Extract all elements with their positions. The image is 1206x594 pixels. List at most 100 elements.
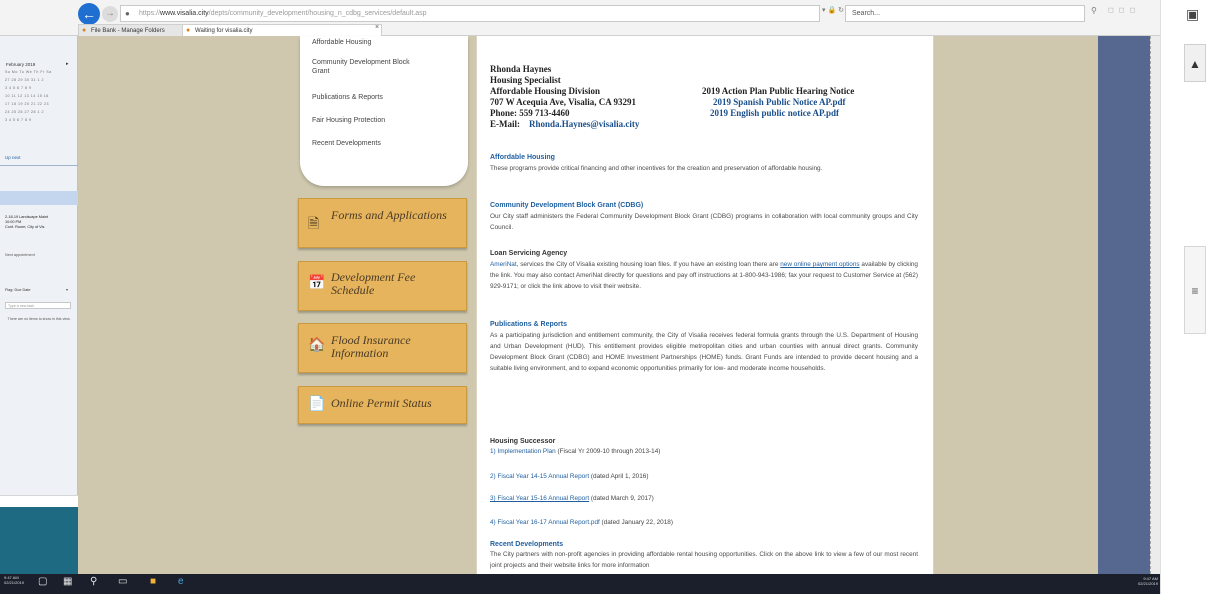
recent-developments-text: The City partners with non-profit agenci… <box>490 551 918 569</box>
recent-developments-heading[interactable]: Recent Developments <box>490 541 563 548</box>
implementation-plan-link[interactable]: 1) Implementation Plan <box>490 448 556 455</box>
calendar-row[interactable]: 3 4 5 6 7 8 9 <box>5 118 31 122</box>
contact-division: Affordable Housing Division <box>490 86 601 96</box>
forward-button[interactable]: → <box>102 6 118 22</box>
page-scrollbar[interactable] <box>1150 36 1160 574</box>
loan-servicing-text: AmeriNat, services the City of Visalia e… <box>490 259 918 292</box>
appointment-time: 10:00 PM <box>5 220 22 224</box>
document-icon: 🗎 <box>308 215 320 231</box>
search-icon[interactable]: ⚲ <box>90 576 97 587</box>
window-controls[interactable]: ◻◻◻ <box>1108 6 1140 14</box>
button-label: Flood Insurance Information <box>331 333 411 360</box>
loan-text-1: , services the City of Visalia existing … <box>516 261 781 268</box>
successor-item-note: (Fiscal Yr 2009-10 through 2013-14) <box>555 448 661 455</box>
successor-item: 4) Fiscal Year 16-17 Annual Report.pdf (… <box>490 519 673 526</box>
flag-due-date-label[interactable]: Flag: Due Date <box>5 288 31 292</box>
lock-icon: ● <box>125 9 130 18</box>
house-icon: 🏠 <box>308 336 326 352</box>
contact-phone: Phone: 559 713-4460 <box>490 108 570 118</box>
successor-item-note: (dated March 9, 2017) <box>589 495 654 502</box>
publications-text: As a participating jurisdiction and enti… <box>490 332 918 372</box>
english-notice-link[interactable]: 2019 English public notice AP.pdf <box>710 108 839 118</box>
section-menu: Affordable Housing Community Development… <box>300 36 468 186</box>
clock-date: 02/21/2019 <box>1137 581 1158 586</box>
outlook-nav-area <box>0 507 78 574</box>
affordable-housing-text: These programs provide critical financin… <box>490 165 823 172</box>
calendar-row[interactable]: 27 28 29 30 31 1 2 <box>5 78 44 82</box>
contact-email-link[interactable]: Rhonda.Haynes@visalia.city <box>529 119 639 129</box>
decoration <box>541 28 549 34</box>
taskbar-clock-right: 9:47 AM 02/21/2019 <box>1128 576 1158 586</box>
windows-start-icon[interactable]: ▦ <box>63 576 72 587</box>
calendar-row[interactable]: 17 18 19 20 21 22 23 <box>5 102 49 106</box>
outlook-nav-button[interactable] <box>0 495 78 507</box>
loan-servicing-heading: Loan Servicing Agency <box>490 250 568 257</box>
chevron-right-icon[interactable]: ▸ <box>66 61 69 67</box>
selected-strip <box>0 191 78 205</box>
button-label: Forms and Applications <box>331 208 447 222</box>
notification-icon[interactable]: ▢ <box>38 576 47 587</box>
contact-email-label: E-Mail: <box>490 119 520 129</box>
search-icon[interactable]: ⚲ <box>1091 6 1097 15</box>
url-path: /depts/community_development/housing_n_c… <box>208 10 427 17</box>
cdbg-heading[interactable]: Community Development Block Grant (CDBG) <box>490 202 643 209</box>
publications-heading[interactable]: Publications & Reports <box>490 321 567 328</box>
notice-title: 2019 Action Plan Public Hearing Notice <box>702 86 855 96</box>
fy14-15-report-link[interactable]: 2) Fiscal Year 14-15 Annual Report <box>490 473 589 480</box>
scroll-up-button[interactable]: ▲ <box>1184 44 1206 82</box>
spanish-notice-link[interactable]: 2019 Spanish Public Notice AP.pdf <box>713 97 845 107</box>
file-icon: 📄 <box>308 395 326 411</box>
housing-successor-heading: Housing Successor <box>490 438 556 445</box>
menu-item-fair-housing[interactable]: Fair Housing Protection <box>312 116 457 125</box>
menu-item-recent-developments[interactable]: Recent Developments <box>312 139 457 148</box>
search-input[interactable]: Search... <box>845 5 1085 22</box>
successor-item: 1) Implementation Plan (Fiscal Yr 2009-1… <box>490 448 660 455</box>
calendar-title: February 2019 <box>6 62 36 67</box>
affordable-housing-heading[interactable]: Affordable Housing <box>490 154 555 161</box>
task-view-icon[interactable]: ▭ <box>118 576 127 587</box>
up-next-label: Up next <box>5 155 21 160</box>
forms-and-applications-button[interactable]: 🗎 Forms and Applications <box>298 198 467 248</box>
divider <box>0 165 78 166</box>
development-fee-schedule-button[interactable]: 📅 Development Fee Schedule <box>298 261 467 311</box>
calendar-icon: 📅 <box>308 274 326 290</box>
chevron-down-icon[interactable]: ▾ <box>66 287 68 292</box>
appointment-title[interactable]: 2-18-19 Landscape Maint <box>5 215 48 219</box>
url-domain: www.visalia.city <box>160 10 209 17</box>
refresh-icon[interactable]: ▾ 🔒 ↻ <box>822 6 844 14</box>
internet-explorer-icon[interactable]: e <box>178 576 184 587</box>
menu-item-affordable-housing[interactable]: Affordable Housing <box>312 38 457 47</box>
back-button[interactable]: ← <box>78 3 100 25</box>
button-label: Development Fee Schedule <box>331 270 416 297</box>
appointment-location: Conf. Room; City of Vis <box>5 225 45 229</box>
button-label: Online Permit Status <box>331 396 432 410</box>
next-appointment[interactable]: Next appointment <box>5 253 35 257</box>
close-icon[interactable]: × <box>375 24 379 31</box>
successor-item-note: (dated April 1, 2016) <box>589 473 649 480</box>
menu-item-publications[interactable]: Publications & Reports <box>312 93 457 102</box>
tab-label: File Bank - Manage Folders <box>91 28 165 34</box>
flood-insurance-button[interactable]: 🏠 Flood Insurance Information <box>298 323 467 373</box>
clock-date: 02/21/2019 <box>4 580 25 585</box>
menu-item-cdbg[interactable]: Community Development Block Grant <box>312 58 420 76</box>
calendar-row[interactable]: 3 4 5 6 7 8 9 <box>5 86 31 90</box>
fy16-17-report-link[interactable]: 4) Fiscal Year 16-17 Annual Report.pdf <box>490 519 600 526</box>
tab-bar: ● File Bank - Manage Folders ● Waiting f… <box>78 24 458 38</box>
amerinat-link[interactable]: AmeriNat <box>490 261 517 268</box>
file-explorer-icon[interactable]: ■ <box>150 576 156 587</box>
calendar-row[interactable]: 24 25 26 27 28 1 2 <box>5 110 44 114</box>
payment-options-link[interactable]: new online payment options <box>780 261 859 268</box>
calendar-row[interactable]: 10 11 12 13 14 15 16 <box>5 94 49 98</box>
page-right-strip <box>1098 36 1150 574</box>
online-permit-status-button[interactable]: 📄 Online Permit Status <box>298 386 467 424</box>
menu-icon[interactable]: ≡ <box>1184 246 1206 334</box>
cdbg-text: Our City staff administers the Federal C… <box>490 213 918 231</box>
fullscreen-icon[interactable]: ▣ <box>1186 6 1199 23</box>
address-bar[interactable]: ● https://www.visalia.city/depts/communi… <box>120 5 820 22</box>
contact-title: Housing Specialist <box>490 75 561 85</box>
successor-item-note: (dated January 22, 2018) <box>599 519 673 526</box>
new-task-input[interactable]: Type a new task <box>5 302 71 309</box>
tab-label: Waiting for visalia.city <box>195 28 253 34</box>
fy15-16-report-link[interactable]: 3) Fiscal Year 15-16 Annual Report <box>490 495 589 502</box>
successor-item: 2) Fiscal Year 14-15 Annual Report (date… <box>490 473 648 480</box>
